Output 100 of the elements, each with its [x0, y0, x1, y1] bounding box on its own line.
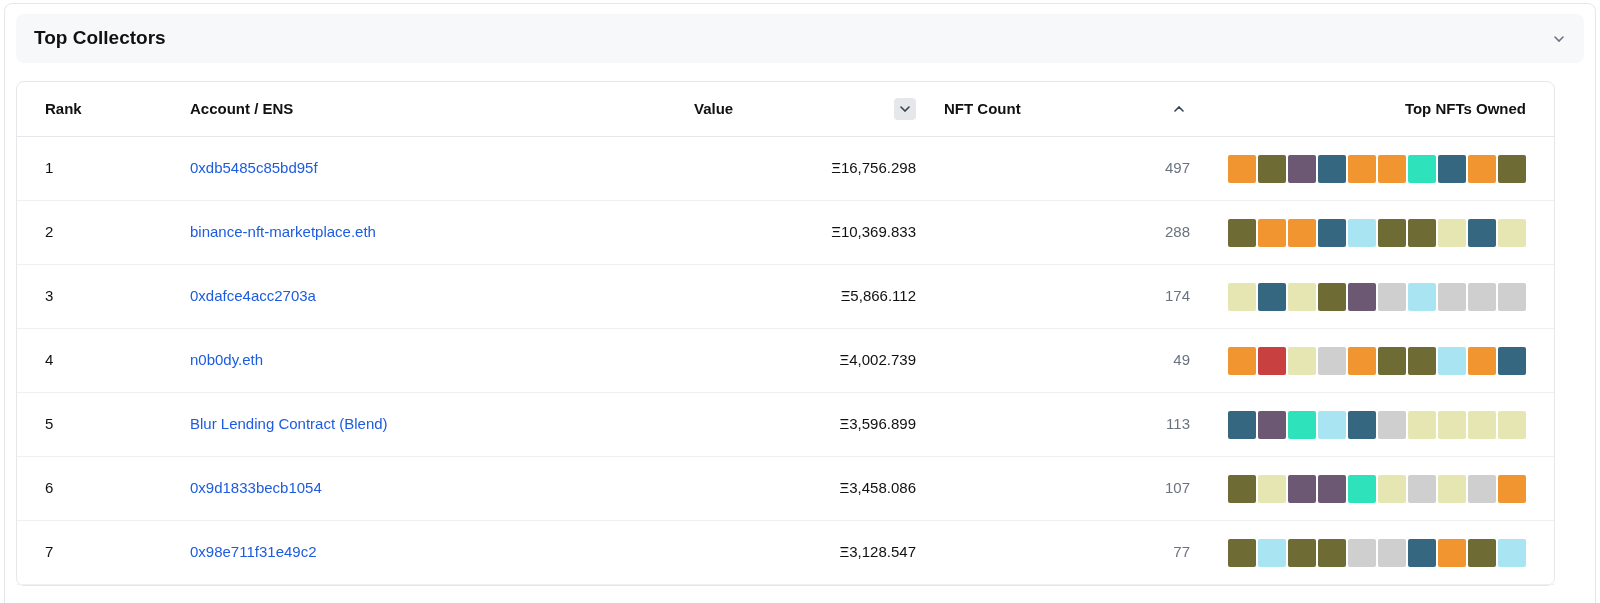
nft-thumbnail[interactable] [1228, 346, 1256, 375]
nft-thumbnail[interactable] [1228, 538, 1256, 567]
nft-thumbnail[interactable] [1348, 474, 1376, 503]
nft-thumbnail[interactable] [1468, 410, 1496, 439]
nft-thumbnail[interactable] [1468, 346, 1496, 375]
nft-thumbnail[interactable] [1468, 218, 1496, 247]
section-header[interactable]: Top Collectors [16, 14, 1584, 63]
nft-thumbnail[interactable] [1348, 218, 1376, 247]
nft-thumbnail[interactable] [1228, 410, 1256, 439]
nft-thumbnail[interactable] [1378, 346, 1406, 375]
nft-thumbnail[interactable] [1408, 474, 1436, 503]
nft-thumbnail[interactable] [1438, 474, 1466, 503]
nft-thumbnail[interactable] [1318, 154, 1346, 183]
column-header[interactable]: Account / ENS [190, 97, 294, 121]
nft-thumbnail[interactable] [1288, 282, 1316, 311]
rank-cell-text: 2 [45, 222, 54, 243]
section-title: Top Collectors [34, 26, 166, 51]
nft-thumbnail[interactable] [1258, 218, 1286, 247]
nft-thumbnail[interactable] [1378, 154, 1406, 183]
nft-thumbnail[interactable] [1318, 474, 1346, 503]
nft-thumbnail[interactable] [1348, 346, 1376, 375]
nft-count-cell-text: 288 [1164, 222, 1190, 243]
nft-thumbnail[interactable] [1408, 154, 1436, 183]
nft-thumbnail[interactable] [1378, 282, 1406, 311]
rank-cell-text: 5 [45, 414, 54, 435]
column-header[interactable]: Value [694, 97, 734, 121]
value-cell-text: Ξ16,756.298 [831, 158, 916, 179]
nft-thumbnail[interactable] [1468, 474, 1496, 503]
column-header[interactable]: Top NFTs Owned [1404, 97, 1526, 121]
rank-cell-text: 7 [45, 542, 54, 563]
nft-thumbnail[interactable] [1438, 410, 1466, 439]
nft-thumbnail[interactable] [1408, 538, 1436, 567]
nft-thumbnail[interactable] [1258, 410, 1286, 439]
account-link[interactable]: 0x9d1833becb1054 [190, 477, 322, 500]
nft-thumbnail[interactable] [1318, 218, 1346, 247]
nft-thumbnail[interactable] [1258, 538, 1286, 567]
nft-count-cell-text: 174 [1164, 286, 1190, 307]
nft-count-cell-text: 49 [1173, 350, 1190, 371]
account-link[interactable]: 0xdafce4acc2703a [190, 285, 316, 308]
nft-thumbnail[interactable] [1288, 474, 1316, 503]
nft-thumbnail[interactable] [1438, 282, 1466, 311]
nft-thumbnail[interactable] [1228, 282, 1256, 311]
nft-thumbnail[interactable] [1288, 410, 1316, 439]
nft-thumbnail[interactable] [1318, 346, 1346, 375]
nft-thumbnail[interactable] [1258, 346, 1286, 375]
account-link[interactable]: 0x98e711f31e49c2 [190, 541, 317, 564]
account-link[interactable]: n0b0dy.eth [190, 349, 264, 372]
sort-button[interactable] [894, 98, 916, 120]
nft-thumbnail[interactable] [1498, 538, 1526, 567]
nft-thumbnail[interactable] [1288, 538, 1316, 567]
column-header[interactable]: NFT Count [944, 97, 1021, 121]
nft-count-cell-text: 77 [1173, 542, 1190, 563]
nft-count-cell-text: 497 [1164, 158, 1190, 179]
nft-thumbnail[interactable] [1498, 474, 1526, 503]
nft-thumbnail[interactable] [1348, 538, 1376, 567]
nft-thumbnail[interactable] [1498, 410, 1526, 439]
nft-thumbnail[interactable] [1498, 218, 1526, 247]
account-link[interactable]: 0xdb5485c85bd95f [190, 157, 318, 180]
nft-thumbnail[interactable] [1378, 410, 1406, 439]
rank-cell-text: 3 [45, 286, 54, 307]
nft-thumbnail[interactable] [1378, 218, 1406, 247]
nft-thumbnail[interactable] [1318, 410, 1346, 439]
nft-thumbnail[interactable] [1468, 154, 1496, 183]
account-link[interactable]: binance-nft-marketplace.eth [190, 221, 376, 244]
nft-thumbnail[interactable] [1288, 154, 1316, 183]
nft-thumbnail[interactable] [1468, 538, 1496, 567]
nft-thumbnail[interactable] [1378, 474, 1406, 503]
nft-thumbnail[interactable] [1378, 538, 1406, 567]
nft-thumbnail[interactable] [1228, 154, 1256, 183]
nft-thumbnail[interactable] [1438, 218, 1466, 247]
column-header[interactable]: Rank [45, 97, 82, 121]
nft-count-cell-text: 113 [1166, 414, 1190, 435]
nft-thumbnail[interactable] [1348, 154, 1376, 183]
nft-thumbnail[interactable] [1318, 538, 1346, 567]
rank-cell-text: 6 [45, 478, 54, 499]
rank-cell-text: 4 [45, 350, 54, 371]
nft-thumbnail[interactable] [1288, 218, 1316, 247]
nft-count-cell-text: 107 [1164, 478, 1190, 499]
nft-thumbnail[interactable] [1408, 346, 1436, 375]
nft-thumbnail[interactable] [1438, 346, 1466, 375]
nft-thumbnail[interactable] [1408, 218, 1436, 247]
nft-thumbnail[interactable] [1438, 154, 1466, 183]
nft-thumbnail[interactable] [1288, 346, 1316, 375]
nft-thumbnail[interactable] [1468, 282, 1496, 311]
nft-thumbnail[interactable] [1408, 282, 1436, 311]
value-cell-text: Ξ10,369.833 [831, 222, 916, 243]
nft-thumbnail[interactable] [1258, 474, 1286, 503]
nft-thumbnail[interactable] [1348, 410, 1376, 439]
nft-thumbnail[interactable] [1408, 410, 1436, 439]
nft-thumbnail[interactable] [1258, 154, 1286, 183]
nft-thumbnail[interactable] [1498, 346, 1526, 375]
nft-thumbnail[interactable] [1498, 282, 1526, 311]
nft-thumbnail[interactable] [1438, 538, 1466, 567]
nft-thumbnail[interactable] [1228, 474, 1256, 503]
nft-thumbnail[interactable] [1318, 282, 1346, 311]
nft-thumbnail[interactable] [1228, 218, 1256, 247]
nft-thumbnail[interactable] [1258, 282, 1286, 311]
nft-thumbnail[interactable] [1498, 154, 1526, 183]
nft-thumbnail[interactable] [1348, 282, 1376, 311]
account-link[interactable]: Blur Lending Contract (Blend) [190, 413, 388, 436]
